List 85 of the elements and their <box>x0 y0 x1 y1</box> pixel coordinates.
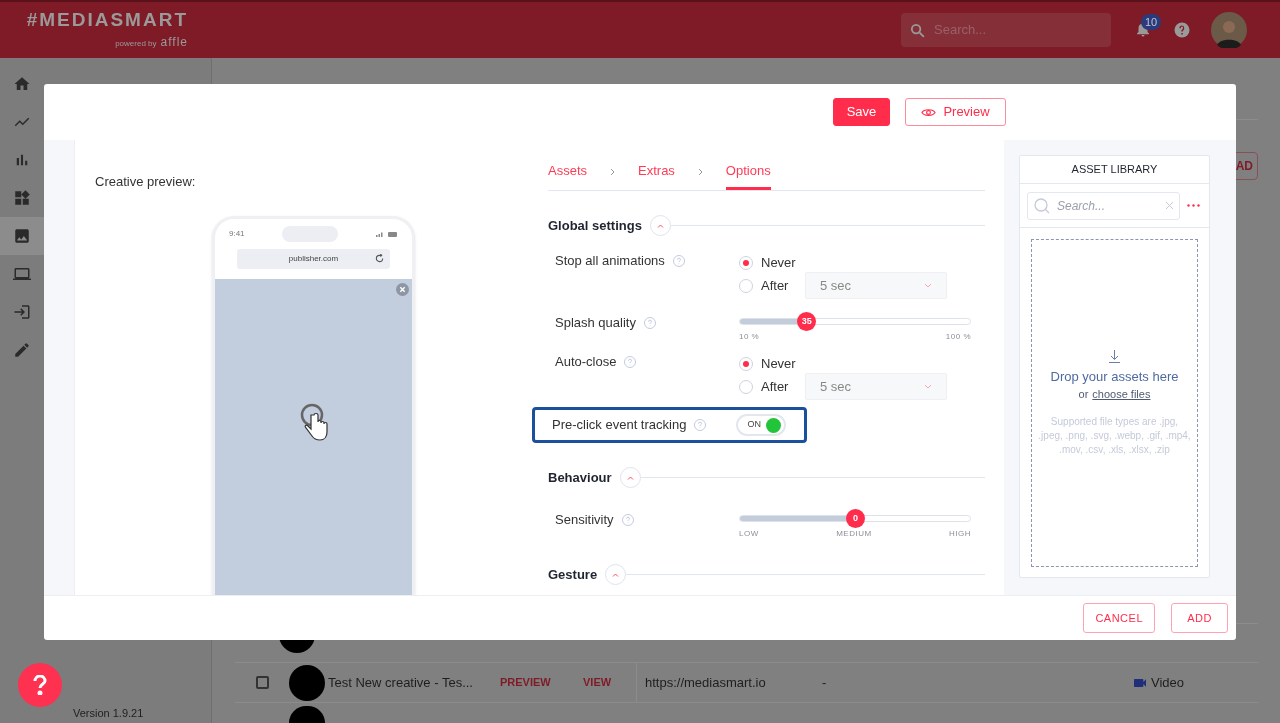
save-button[interactable]: Save <box>833 98 890 126</box>
choose-files-link[interactable]: choose files <box>1092 386 1151 403</box>
slider-tick-label: 10 % <box>739 331 760 343</box>
tagline: powered by <box>115 37 157 50</box>
status-time: 9:41 <box>229 227 245 240</box>
setting-label: Splash quality <box>555 314 636 333</box>
or-text: or <box>1078 387 1089 402</box>
version-label: Version 1.9.21 <box>72 705 145 721</box>
thumbnail <box>289 706 325 723</box>
radio-label: After <box>761 377 790 396</box>
radio-label: After <box>761 276 790 295</box>
home-icon <box>13 75 31 93</box>
view-link[interactable]: VIEW <box>583 674 636 691</box>
preview-button[interactable]: Preview <box>905 98 1006 126</box>
section-title: Behaviour <box>548 468 612 487</box>
search-placeholder: Search... <box>1057 197 1107 215</box>
radio-label: Never <box>761 253 797 272</box>
preview-link[interactable]: PREVIEW <box>500 674 583 691</box>
brand-name: affle <box>160 33 188 51</box>
creative-name: Test New creative - Tes... <box>328 673 474 692</box>
chevron-right-icon <box>697 168 703 176</box>
duration-dropdown[interactable]: 5 sec <box>805 272 947 299</box>
caret-icon <box>656 223 664 228</box>
caret-icon <box>626 475 634 480</box>
slider-track[interactable] <box>739 318 971 325</box>
table-cell-text: - <box>822 673 828 692</box>
avatar[interactable] <box>1211 12 1247 48</box>
slider-thumb[interactable]: 0 <box>846 509 865 528</box>
nav-item[interactable] <box>0 217 44 255</box>
close-icon[interactable] <box>396 282 409 296</box>
question-mark-icon <box>33 675 47 695</box>
section-title: Global settings <box>548 216 642 235</box>
toggle-label: ON <box>747 418 761 432</box>
radio-label: Never <box>761 354 797 373</box>
setting-label: Sensitivity <box>555 511 614 530</box>
drop-text: Drop your assets here <box>1050 367 1179 386</box>
help-icon <box>624 356 637 368</box>
chevron-right-icon <box>610 168 615 176</box>
search-icon <box>1034 197 1050 214</box>
reload-icon <box>375 254 384 263</box>
step-tab[interactable]: Extras <box>638 154 675 190</box>
setting-label: Pre-click event tracking <box>552 416 687 435</box>
toggle-switch[interactable]: ON <box>736 414 786 436</box>
signal-battery-icon <box>376 230 398 237</box>
help-icon <box>643 317 656 329</box>
type-cell-text: Video <box>1151 673 1184 692</box>
asset-search-field[interactable]: Search... <box>1027 191 1180 220</box>
laptop-icon <box>13 265 31 283</box>
footer-button[interactable]: ADD <box>1171 603 1228 633</box>
setting-label: Auto-close <box>555 353 617 372</box>
login-icon <box>13 303 31 321</box>
caret-icon <box>612 572 620 577</box>
url-cell-text: https://mediasmart.io <box>645 673 767 692</box>
preview-label: Creative preview: <box>95 173 197 191</box>
slider-tick-label: 100 % <box>945 331 971 343</box>
panel-title: ASSET LIBRARY <box>1071 162 1158 178</box>
image-icon <box>13 227 31 245</box>
help-button[interactable] <box>1173 21 1191 39</box>
section-title: Gesture <box>548 565 598 584</box>
more-icon[interactable] <box>1187 204 1200 207</box>
logo: #MEDIASMART <box>26 9 188 29</box>
notification-badge: 10 <box>1141 14 1162 30</box>
chevron-down-icon <box>924 384 932 389</box>
help-icon <box>621 514 634 526</box>
slider-tick-label: MEDIUM <box>836 528 872 540</box>
thumbnail <box>289 664 325 701</box>
slider-thumb[interactable]: 35 <box>797 312 817 331</box>
address-url: publisher.com <box>288 252 339 265</box>
help-icon <box>672 255 685 267</box>
help-icon <box>694 419 707 431</box>
footer-button[interactable]: CANCEL <box>1083 603 1155 633</box>
chevron-down-icon <box>924 283 932 288</box>
setting-label: Stop all animations <box>555 252 665 271</box>
search-icon <box>909 21 926 39</box>
row-checkbox[interactable] <box>255 676 269 689</box>
step-tab[interactable]: Assets <box>548 154 587 190</box>
slider-tick-label: HIGH <box>949 528 971 540</box>
widgets-icon <box>13 189 31 207</box>
pencil-icon <box>13 341 31 359</box>
slider-tick-label: LOW <box>739 528 759 540</box>
step-tab[interactable]: Options <box>725 154 771 190</box>
download-icon <box>1108 349 1121 363</box>
slider-track[interactable] <box>739 515 971 522</box>
eye-icon <box>921 106 937 118</box>
duration-dropdown[interactable]: 5 sec <box>805 373 947 400</box>
